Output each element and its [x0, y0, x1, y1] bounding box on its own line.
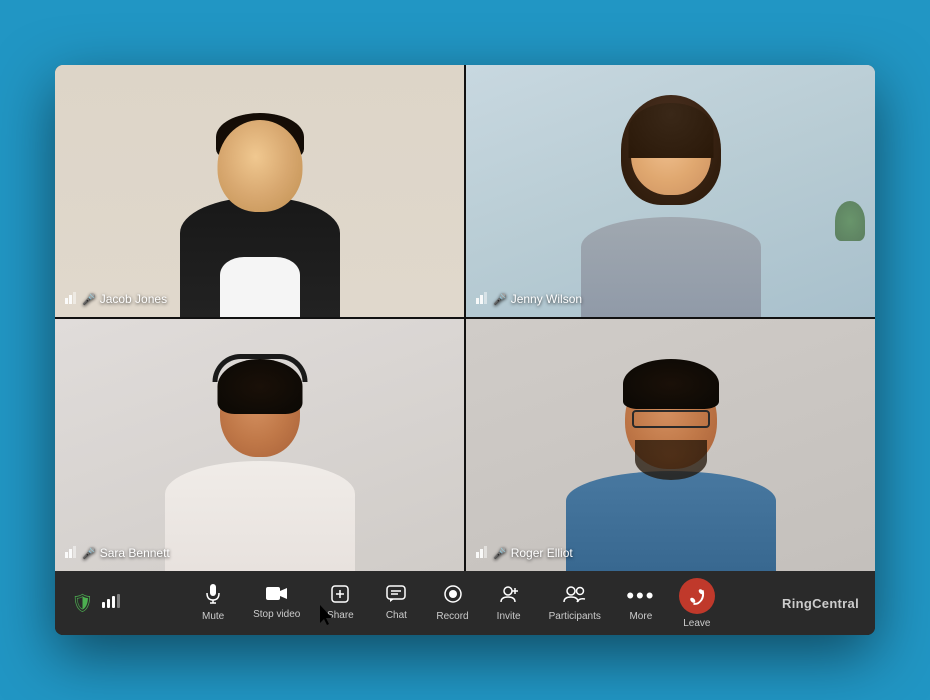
share-icon	[331, 585, 349, 606]
participant-label-jacob: 🎤 Jacob Jones	[65, 291, 167, 307]
participant-name-roger: Roger Elliot	[511, 546, 573, 560]
mic-icon-roger: 🎤	[493, 547, 507, 560]
video-cell-roger: 🎤 Roger Elliot	[466, 319, 875, 571]
video-cell-jenny: 🎤 Jenny Wilson	[466, 65, 875, 317]
ringcentral-logo: RingCentral	[782, 596, 859, 611]
record-icon	[443, 584, 463, 607]
meeting-window: 🎤 Jacob Jones	[55, 65, 875, 635]
participants-label: Participants	[549, 611, 601, 622]
chat-button[interactable]: Chat	[370, 579, 422, 627]
shield-icon: 🛡	[71, 593, 94, 614]
video-grid: 🎤 Jacob Jones	[55, 65, 875, 571]
participant-label-roger: 🎤 Roger Elliot	[476, 545, 573, 561]
share-button[interactable]: Share	[314, 579, 366, 627]
more-button[interactable]: ••• More	[615, 579, 667, 628]
mic-icon-jacob: 🎤	[82, 293, 96, 306]
participant-label-jenny: 🎤 Jenny Wilson	[476, 291, 582, 307]
mic-icon-jenny: 🎤	[493, 293, 507, 306]
participant-label-sara: 🎤 Sara Bennett	[65, 545, 170, 561]
video-cell-jacob: 🎤 Jacob Jones	[55, 65, 464, 317]
toolbar-center: Mute Stop video	[151, 574, 759, 633]
toolbar-left: 🛡	[71, 593, 151, 614]
participant-name-jacob: Jacob Jones	[100, 292, 167, 306]
mic-icon-sara: 🎤	[82, 547, 96, 560]
stop-video-label: Stop video	[253, 609, 300, 620]
signal-icon-roger	[476, 545, 489, 561]
mute-label: Mute	[202, 611, 224, 622]
signal-icon-jacob	[65, 291, 78, 307]
chat-icon	[386, 585, 406, 606]
signal-strength-icon	[102, 594, 120, 613]
leave-btn-circle[interactable]	[679, 578, 715, 614]
video-cell-sara: 🎤 Sara Bennett	[55, 319, 464, 571]
signal-icon-jenny	[476, 291, 489, 307]
participants-icon	[563, 584, 587, 607]
participants-button[interactable]: Participants	[539, 578, 611, 628]
record-label: Record	[436, 611, 468, 622]
toolbar: 🛡	[55, 571, 875, 635]
chat-label: Chat	[386, 610, 407, 621]
record-button[interactable]: Record	[426, 578, 478, 628]
more-label: More	[629, 611, 652, 622]
invite-icon	[499, 584, 519, 607]
signal-icon-sara	[65, 545, 78, 561]
stop-video-icon	[266, 586, 288, 605]
share-label: Share	[327, 610, 354, 621]
more-icon: •••	[626, 585, 655, 607]
toolbar-right: RingCentral	[759, 596, 859, 611]
stop-video-button[interactable]: Stop video	[243, 580, 310, 626]
participant-name-jenny: Jenny Wilson	[511, 292, 582, 306]
participant-name-sara: Sara Bennett	[100, 546, 170, 560]
leave-button[interactable]: Leave	[671, 574, 723, 633]
leave-label: Leave	[683, 618, 710, 629]
invite-button[interactable]: Invite	[483, 578, 535, 628]
invite-label: Invite	[497, 611, 521, 622]
mute-icon	[204, 584, 222, 607]
mute-button[interactable]: Mute	[187, 578, 239, 628]
